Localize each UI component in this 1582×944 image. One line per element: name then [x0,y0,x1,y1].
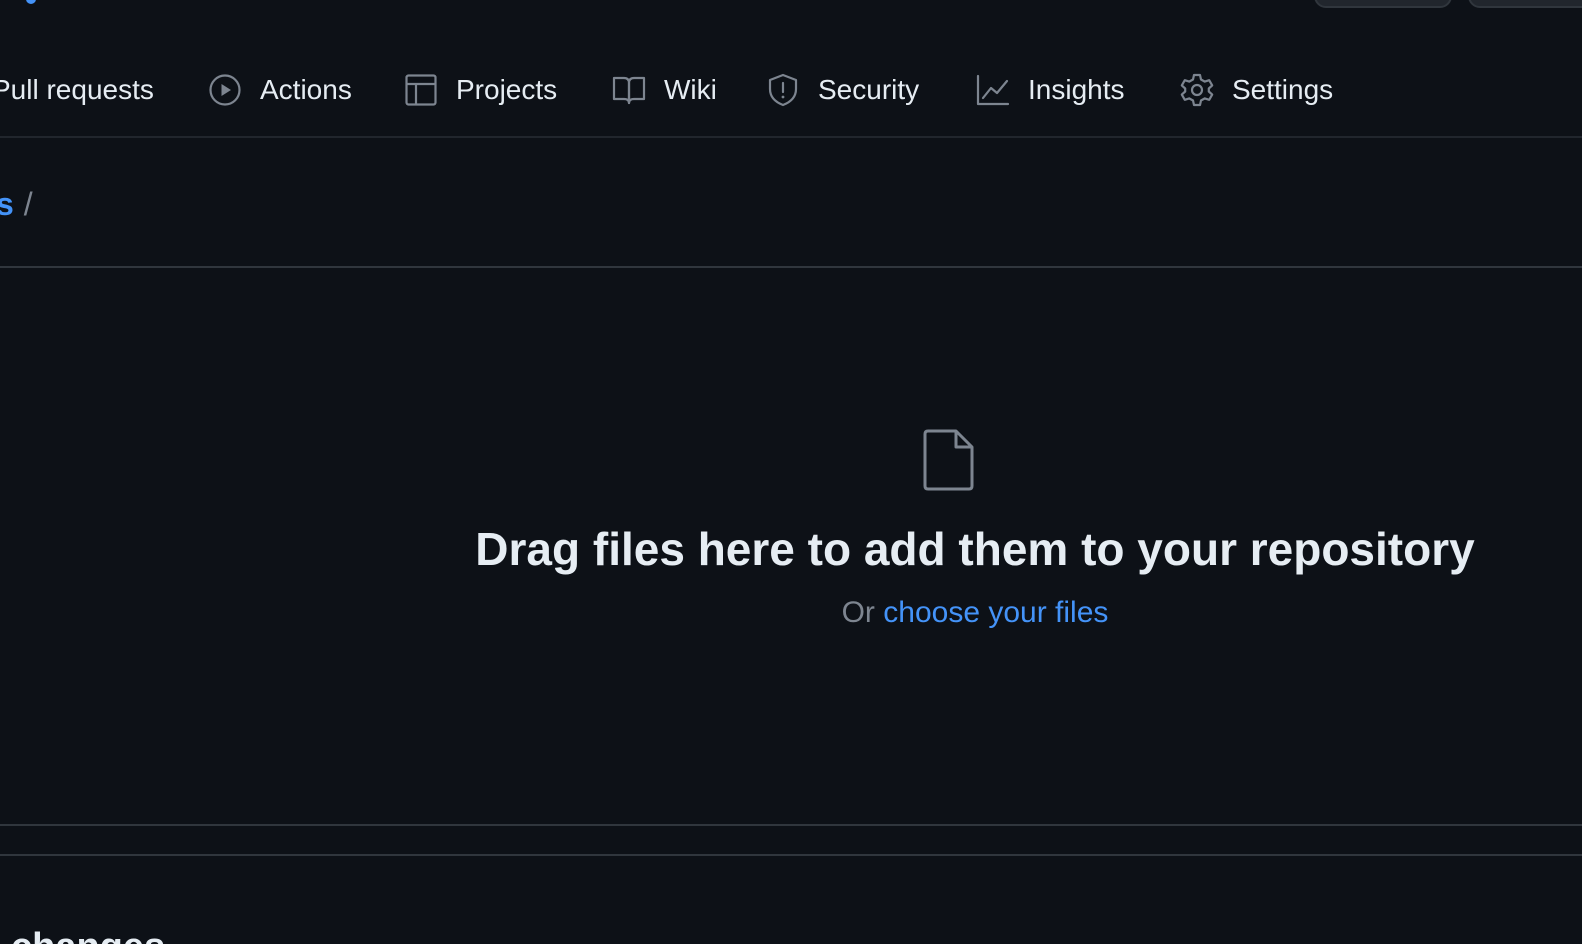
gear-icon [1180,73,1214,107]
graph-icon [976,73,1010,107]
tab-projects-label: Projects [456,74,558,105]
play-circle-icon [208,73,242,107]
tab-insights[interactable]: Insights [976,56,1125,124]
upload-files-page: Pull requests Actions Projects Wiki Secu… [0,0,1582,944]
tab-wiki[interactable]: Wiki [612,56,717,124]
shield-icon [766,73,800,107]
dropzone-or-text: Or [841,596,875,629]
breadcrumb-repo-link[interactable]: s [0,186,14,223]
tab-projects[interactable]: Projects [404,56,557,124]
tab-pull-requests-label: Pull requests [0,74,154,105]
commit-changes-heading: nit changes [0,926,165,944]
tab-security[interactable]: Security [766,56,919,124]
top-partial-link-icon [26,0,36,4]
tab-security-label: Security [818,74,920,105]
dropzone-title: Drag files here to add them to your repo… [475,523,1475,575]
tab-settings[interactable]: Settings [1180,56,1333,124]
header-action-button-2[interactable] [1468,0,1582,8]
header-action-button-1[interactable] [1314,0,1452,8]
tab-pull-requests[interactable]: Pull requests [0,56,154,124]
file-icon [923,429,974,491]
breadcrumb: s / [0,186,33,223]
dropzone-subtitle: Or choose your files [0,596,1582,630]
tab-actions-label: Actions [260,74,352,105]
tab-insights-label: Insights [1028,74,1125,105]
repo-nav: Pull requests Actions Projects Wiki Secu… [0,56,1582,138]
file-dropzone[interactable]: Drag files here to add them to your repo… [0,266,1582,826]
table-icon [404,73,438,107]
tab-actions[interactable]: Actions [208,56,352,124]
tab-wiki-label: Wiki [664,74,717,105]
breadcrumb-separator: / [23,186,33,222]
tab-settings-label: Settings [1232,74,1334,105]
choose-files-link[interactable]: choose your files [883,596,1108,629]
book-icon [612,73,646,107]
section-divider [0,854,1582,856]
